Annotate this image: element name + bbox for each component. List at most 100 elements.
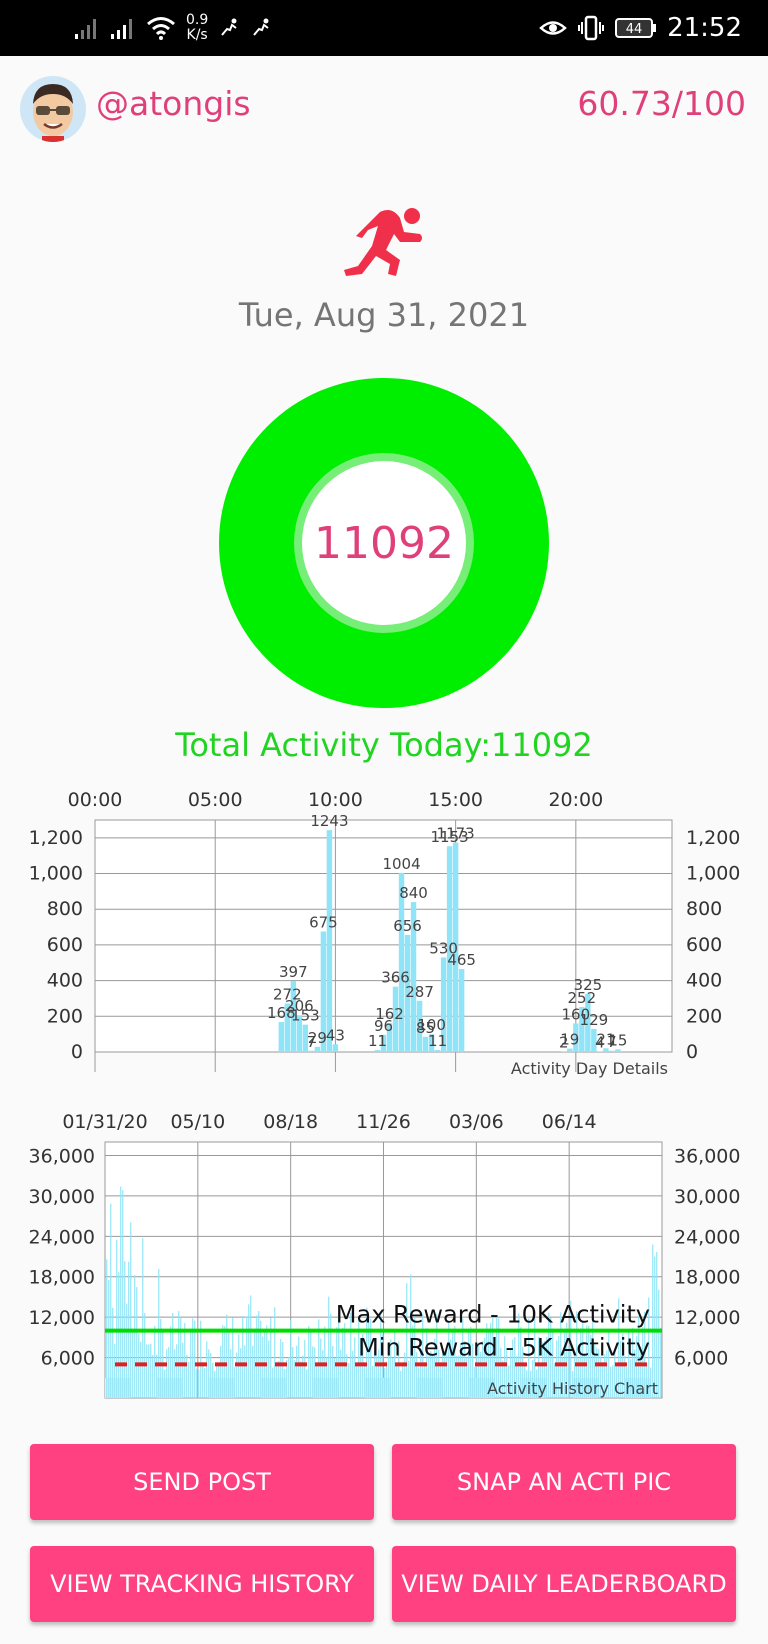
avatar[interactable]	[20, 76, 86, 142]
view-tracking-history-button[interactable]: VIEW TRACKING HISTORY	[30, 1546, 374, 1622]
day-bar-label: 162	[375, 1005, 404, 1023]
history-bar	[134, 1275, 136, 1398]
day-y-tick-label-right: 1,200	[686, 827, 740, 849]
history-y-tick-label-right: 12,000	[674, 1307, 740, 1329]
history-bar	[216, 1365, 218, 1398]
day-y-tick-label-right: 600	[686, 934, 722, 956]
history-bar	[386, 1361, 388, 1398]
history-bar	[212, 1362, 214, 1398]
history-bar	[130, 1222, 132, 1398]
history-bar	[168, 1347, 170, 1398]
history-bar	[458, 1355, 460, 1398]
history-bar	[262, 1336, 264, 1398]
day-bar-label: 29	[308, 1029, 327, 1047]
history-bar	[196, 1368, 198, 1398]
history-bar	[250, 1295, 252, 1398]
snap-pic-button[interactable]: SNAP AN ACTI PIC	[392, 1444, 736, 1520]
day-x-tick-label: 00:00	[68, 789, 123, 811]
history-bar	[282, 1342, 284, 1398]
history-bar	[402, 1365, 404, 1398]
history-bar	[248, 1304, 250, 1398]
day-bar-label: 11	[428, 1032, 447, 1050]
max-reward-label: Max Reward - 10K Activity	[336, 1301, 650, 1329]
history-bar	[150, 1343, 152, 1398]
history-y-tick-label-left: 24,000	[29, 1226, 95, 1248]
history-bar	[170, 1326, 172, 1398]
history-bar	[126, 1303, 128, 1398]
history-bar	[288, 1356, 290, 1398]
history-bar	[184, 1322, 186, 1398]
history-bar	[252, 1345, 254, 1398]
history-y-tick-label-right: 36,000	[674, 1145, 740, 1167]
history-bar	[384, 1367, 386, 1398]
history-x-tick-label: 08/18	[263, 1111, 318, 1133]
user-score: 60.73/100	[577, 84, 746, 123]
battery-icon: 44	[615, 18, 657, 38]
history-bar	[226, 1314, 228, 1398]
history-bar	[408, 1360, 410, 1398]
send-post-button[interactable]: SEND POST	[30, 1444, 374, 1520]
history-bar	[188, 1361, 190, 1398]
history-bar	[652, 1244, 654, 1398]
history-bar	[300, 1361, 302, 1398]
signal-1-icon	[75, 19, 96, 39]
day-y-tick-label-right: 200	[686, 1005, 722, 1027]
history-bar	[314, 1347, 316, 1398]
history-bar	[174, 1349, 176, 1398]
history-bar	[198, 1369, 200, 1398]
history-bar	[332, 1346, 334, 1398]
history-bar	[166, 1349, 168, 1398]
history-bar	[284, 1368, 286, 1398]
day-bar	[326, 830, 333, 1052]
history-bar	[392, 1357, 394, 1398]
history-bar	[234, 1366, 236, 1398]
history-bar	[344, 1323, 346, 1398]
history-bar	[202, 1362, 204, 1398]
history-bar	[210, 1353, 212, 1398]
history-bar	[280, 1339, 282, 1398]
eye-icon	[539, 21, 567, 35]
runner-icon	[344, 208, 422, 276]
history-bar	[276, 1361, 278, 1398]
history-bar	[236, 1352, 238, 1398]
day-bar	[597, 1051, 603, 1052]
day-y-tick-label-right: 800	[686, 898, 722, 920]
history-bar	[474, 1367, 476, 1398]
history-y-tick-label-left: 36,000	[29, 1145, 95, 1167]
day-y-tick-label-left: 0	[71, 1041, 83, 1063]
activity-ring-value: 11092	[314, 517, 454, 569]
profile-header: @atongis 60.73/100	[0, 56, 768, 156]
history-bar	[176, 1344, 178, 1398]
history-bar	[116, 1239, 118, 1398]
activity-day-chart: 0 0 200 200 400 400 600 600 800 800 1,000 1,000 1,20…	[29, 789, 741, 1078]
history-bar	[320, 1338, 322, 1398]
history-bar	[400, 1370, 402, 1398]
avatar-icon	[20, 76, 86, 142]
history-bar	[172, 1313, 174, 1398]
history-bar	[118, 1272, 120, 1398]
history-bar	[340, 1349, 342, 1398]
clock: 21:52	[667, 13, 742, 43]
history-bar	[654, 1256, 656, 1398]
day-bar-label: 1243	[310, 812, 348, 830]
history-bar	[330, 1313, 332, 1398]
day-x-tick-label: 20:00	[548, 789, 603, 811]
history-y-tick-label-left: 12,000	[29, 1307, 95, 1329]
running-notification-icon	[253, 18, 269, 36]
history-bar	[244, 1345, 246, 1398]
view-daily-leaderboard-button[interactable]: VIEW DAILY LEADERBOARD	[392, 1546, 736, 1622]
history-bar	[328, 1296, 330, 1398]
history-bar	[222, 1325, 224, 1398]
history-bar	[440, 1362, 442, 1398]
history-bar	[242, 1316, 244, 1398]
total-activity-today: Total Activity Today:11092	[175, 726, 593, 764]
history-y-tick-label-right: 6,000	[674, 1348, 728, 1370]
day-y-tick-label-left: 200	[47, 1005, 83, 1027]
day-x-tick-label: 10:00	[308, 789, 363, 811]
day-x-tick-label: 05:00	[188, 789, 243, 811]
history-bar	[432, 1355, 434, 1398]
day-bar-label: 1173	[437, 825, 475, 843]
history-bar	[372, 1365, 374, 1398]
day-bar	[609, 1050, 615, 1052]
day-bar-label: 1004	[382, 855, 420, 873]
